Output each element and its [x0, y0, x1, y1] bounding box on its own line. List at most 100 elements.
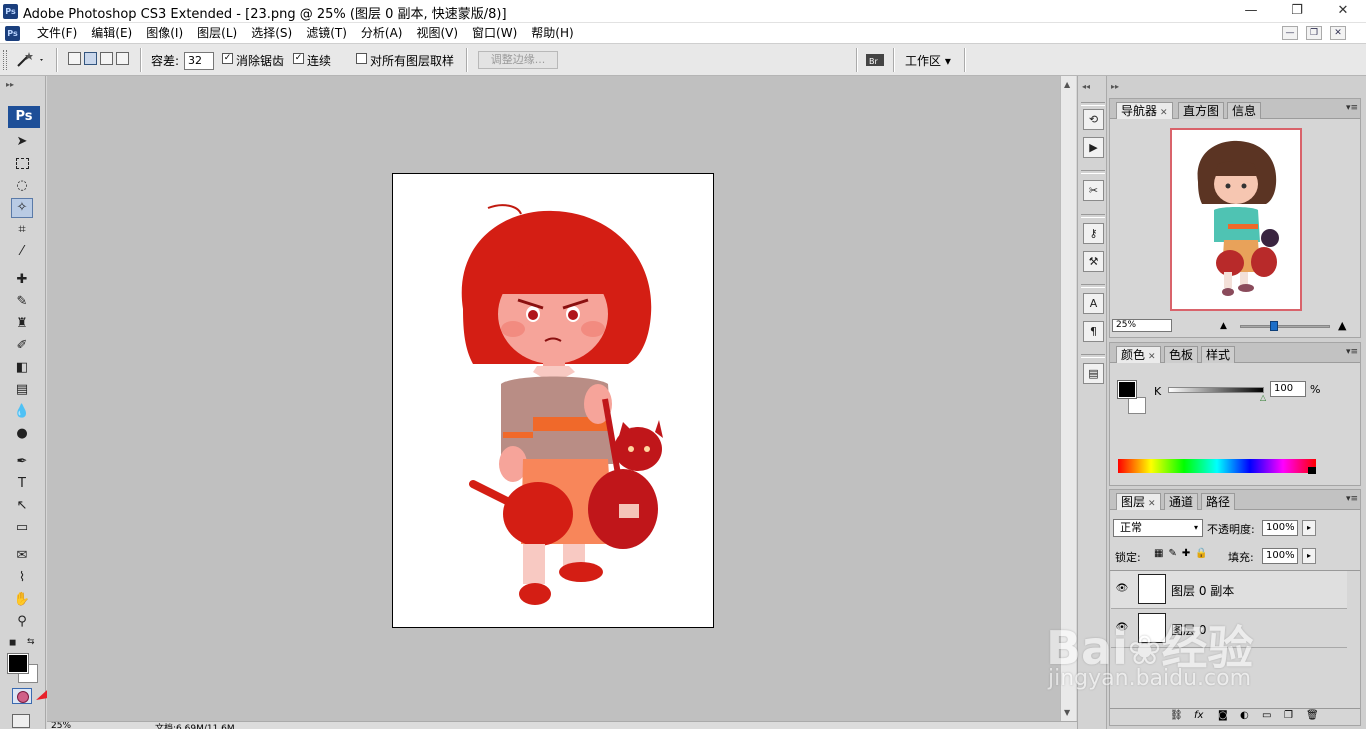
anti-alias-checkbox[interactable]: ✓ [222, 53, 233, 64]
history-panel-icon[interactable]: ⟲ [1083, 109, 1104, 130]
scroll-up-icon[interactable]: ▲ [1064, 80, 1070, 89]
eye-icon[interactable]: 👁 [1115, 583, 1129, 595]
hand-tool-icon[interactable]: ✋ [11, 590, 33, 610]
tolerance-input[interactable]: 32 [184, 52, 214, 70]
clone-source-panel-icon[interactable]: ⚒ [1083, 251, 1104, 272]
brushes-panel-icon[interactable]: ⚷ [1083, 223, 1104, 244]
options-grip[interactable] [3, 50, 7, 70]
sample-all-layers-checkbox[interactable] [356, 53, 367, 64]
tab-paths[interactable]: 路径 [1201, 493, 1236, 510]
document-icon[interactable]: Ps [5, 26, 20, 41]
group-icon[interactable]: ▭ [1262, 710, 1271, 721]
clone-stamp-tool-icon[interactable]: ♜ [11, 314, 33, 334]
menu-item[interactable]: 分析(A) [354, 23, 410, 44]
brush-tool-icon[interactable]: ✎ [11, 292, 33, 312]
workspace-menu[interactable]: 工作区 ▾ [905, 52, 951, 69]
menu-item[interactable]: 图像(I) [139, 23, 190, 44]
zoom-in-icon[interactable]: ▲ [1338, 319, 1346, 332]
tab-histogram[interactable]: 直方图 [1178, 102, 1225, 119]
type-tool-icon[interactable]: T [11, 474, 33, 494]
navigator-zoom-slider[interactable] [1240, 325, 1330, 328]
layer-mask-icon[interactable]: ◙ [1218, 710, 1228, 721]
close-button[interactable]: ✕ [1320, 0, 1366, 23]
channel-slider-handle[interactable]: △ [1260, 393, 1266, 402]
history-brush-tool-icon[interactable]: ✐ [11, 336, 33, 356]
bridge-icon[interactable]: Br [864, 51, 888, 69]
navigator-menu-icon[interactable]: ▾≡ [1346, 103, 1358, 113]
move-tool-icon[interactable]: ➤ [11, 132, 33, 152]
tab-styles[interactable]: 样式 [1201, 346, 1236, 363]
healing-brush-tool-icon[interactable]: ✚ [11, 270, 33, 290]
marquee-tool-icon[interactable] [11, 154, 33, 174]
new-selection-button[interactable] [68, 52, 81, 65]
menu-item[interactable]: 帮助(H) [524, 23, 580, 44]
minimize-button[interactable]: — [1228, 0, 1274, 23]
swap-colors-icon[interactable]: ⇆ [27, 637, 35, 647]
layer-thumbnail[interactable] [1138, 574, 1166, 604]
menu-item[interactable]: 滤镜(T) [299, 23, 354, 44]
navigator-thumbnail[interactable] [1170, 128, 1302, 311]
eraser-tool-icon[interactable]: ◧ [11, 358, 33, 378]
color-menu-icon[interactable]: ▾≡ [1346, 347, 1358, 357]
scroll-down-icon[interactable]: ▼ [1064, 708, 1070, 717]
gradient-tool-icon[interactable]: ▤ [11, 380, 33, 400]
path-selection-tool-icon[interactable]: ↖ [11, 496, 33, 516]
document-canvas[interactable] [392, 173, 714, 628]
layer-comps-panel-icon[interactable]: ▤ [1083, 363, 1104, 384]
link-layers-icon[interactable]: ⛓ [1170, 710, 1183, 721]
menu-item[interactable]: 图层(L) [190, 23, 244, 44]
contiguous-checkbox[interactable]: ✓ [293, 53, 304, 64]
fill-input[interactable]: 100% [1262, 548, 1298, 564]
screen-mode-button[interactable] [12, 714, 30, 728]
toolbox-collapse-icon[interactable]: ▸▸ [0, 80, 46, 90]
lasso-tool-icon[interactable]: ◌ [11, 176, 33, 196]
channel-slider[interactable] [1168, 387, 1264, 393]
crop-tool-icon[interactable]: ⌗ [11, 220, 33, 240]
foreground-color-swatch[interactable] [7, 653, 29, 674]
slice-tool-icon[interactable]: ⁄ [11, 242, 33, 262]
menu-item[interactable]: 选择(S) [244, 23, 299, 44]
magic-wand-preset-icon[interactable] [14, 51, 44, 69]
toolbox-ps-logo[interactable]: Ps [8, 106, 40, 128]
tool-presets-panel-icon[interactable]: ✂ [1083, 180, 1104, 201]
delete-layer-icon[interactable]: 🗑 [1306, 710, 1319, 721]
new-layer-icon[interactable]: ❐ [1284, 710, 1293, 721]
quick-mask-mode-button[interactable] [12, 688, 32, 704]
dodge-tool-icon[interactable]: ● [11, 424, 33, 444]
dock-expand-icon[interactable]: ▸▸ [1111, 82, 1119, 91]
color-bg-swatch[interactable] [1128, 397, 1146, 414]
menu-item[interactable]: 视图(V) [409, 23, 465, 44]
tab-swatches[interactable]: 色板 [1164, 346, 1199, 363]
doc-close-button[interactable]: ✕ [1330, 26, 1346, 40]
zoom-tool-icon[interactable]: ⚲ [11, 612, 33, 632]
menu-item[interactable]: 窗口(W) [465, 23, 524, 44]
doc-minimize-button[interactable]: — [1282, 26, 1298, 40]
blend-mode-select[interactable]: 正常 ▾ [1113, 519, 1203, 537]
intersect-selection-button[interactable] [116, 52, 129, 65]
eyedropper-tool-icon[interactable]: ⌇ [11, 568, 33, 588]
layer-style-icon[interactable]: fx [1194, 710, 1203, 721]
restore-button[interactable]: ❐ [1274, 0, 1320, 23]
adjustment-layer-icon[interactable]: ◐ [1240, 710, 1249, 721]
tab-color[interactable]: 颜色 ✕ [1116, 346, 1161, 363]
tab-navigator[interactable]: 导航器 ✕ [1116, 102, 1173, 119]
layer-row[interactable]: 👁 图层 0 副本 [1111, 571, 1347, 609]
character-panel-icon[interactable]: A [1083, 293, 1104, 314]
color-fg-swatch[interactable] [1117, 380, 1137, 399]
navigator-zoom-slider-handle[interactable] [1270, 321, 1278, 331]
default-colors-icon[interactable]: ◼ [9, 638, 16, 648]
zoom-out-icon[interactable]: ▲ [1220, 321, 1227, 331]
tab-layers[interactable]: 图层 ✕ [1116, 493, 1161, 510]
subtract-selection-button[interactable] [100, 52, 113, 65]
refine-edge-button[interactable]: 调整边缘... [478, 51, 558, 69]
opacity-input[interactable]: 100% [1262, 520, 1298, 536]
doc-restore-button[interactable]: ❐ [1306, 26, 1322, 40]
color-ramp[interactable] [1118, 459, 1316, 473]
fill-arrow-button[interactable]: ▸ [1302, 548, 1316, 564]
color-ramp-black[interactable] [1308, 467, 1316, 474]
shape-tool-icon[interactable]: ▭ [11, 518, 33, 538]
menu-item[interactable]: 编辑(E) [84, 23, 139, 44]
opacity-arrow-button[interactable]: ▸ [1302, 520, 1316, 536]
notes-tool-icon[interactable]: ✉ [11, 546, 33, 566]
lock-icons[interactable]: ▦✎✚🔒 [1154, 548, 1213, 559]
